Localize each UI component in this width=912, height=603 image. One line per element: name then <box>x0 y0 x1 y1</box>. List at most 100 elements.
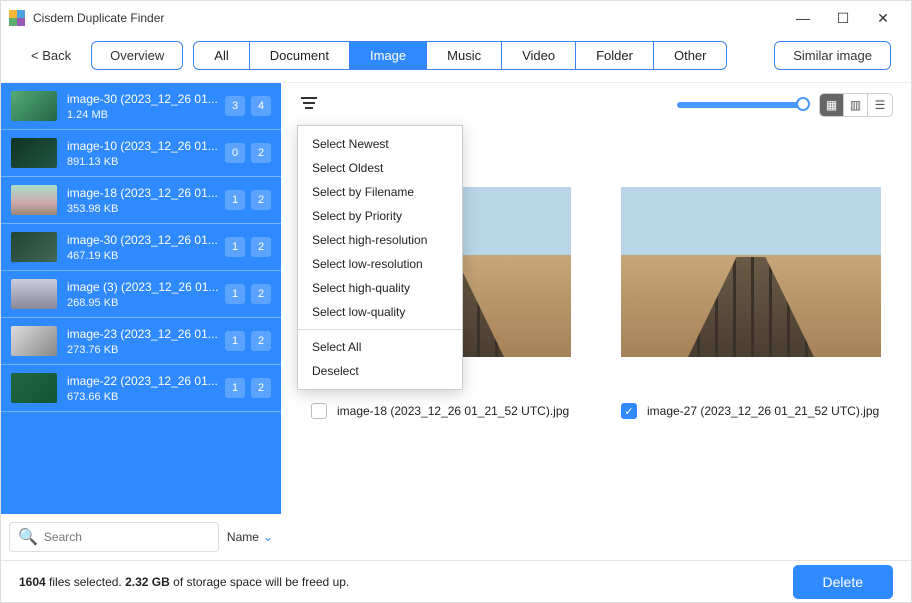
select-checkbox[interactable]: ✓ <box>621 403 637 419</box>
file-name: image-30 (2023_12_26 01... <box>67 92 225 106</box>
menu-item-select-by-filename[interactable]: Select by Filename <box>298 180 462 204</box>
thumbnail <box>11 138 57 168</box>
search-input[interactable] <box>44 530 210 544</box>
duplicate-group-row[interactable]: image-23 (2023_12_26 01... 273.76 KB 1 2 <box>1 318 281 365</box>
file-size: 673.66 KB <box>67 391 225 403</box>
segment-other[interactable]: Other <box>654 42 727 69</box>
segment-document[interactable]: Document <box>250 42 350 69</box>
file-size: 1.24 MB <box>67 109 225 121</box>
count-total: 2 <box>251 331 271 351</box>
count-total: 2 <box>251 237 271 257</box>
sidebar: image-30 (2023_12_26 01... 1.24 MB 3 4 i… <box>1 83 281 560</box>
count-selected: 1 <box>225 331 245 351</box>
select-checkbox[interactable] <box>311 403 327 419</box>
chevron-down-icon: ⌄ <box>263 530 273 544</box>
view-columns-button[interactable]: ▥ <box>844 94 868 116</box>
count-total: 2 <box>251 378 271 398</box>
duplicate-group-row[interactable]: image-18 (2023_12_26 01... 353.98 KB 1 2 <box>1 177 281 224</box>
segment-folder[interactable]: Folder <box>576 42 654 69</box>
overview-button[interactable]: Overview <box>91 41 183 70</box>
view-mode-buttons: ▦ ▥ ☰ <box>819 93 893 117</box>
app-title: Cisdem Duplicate Finder <box>33 11 164 25</box>
status-bar: 1604 files selected. 2.32 GB of storage … <box>1 560 911 602</box>
menu-item-select-newest[interactable]: Select Newest <box>298 132 462 156</box>
menu-item-select-high-quality[interactable]: Select high-quality <box>298 276 462 300</box>
selection-dropdown-menu: Select NewestSelect OldestSelect by File… <box>297 125 463 390</box>
category-segmented-control: AllDocumentImageMusicVideoFolderOther <box>193 41 727 70</box>
count-total: 4 <box>251 96 271 116</box>
count-selected: 1 <box>225 284 245 304</box>
count-total: 2 <box>251 190 271 210</box>
segment-music[interactable]: Music <box>427 42 502 69</box>
thumbnail <box>11 326 57 356</box>
thumbnail <box>11 279 57 309</box>
duplicate-group-row[interactable]: image-10 (2023_12_26 01... 891.13 KB 0 2 <box>1 130 281 177</box>
menu-item-deselect[interactable]: Deselect <box>298 359 462 383</box>
filter-menu-icon[interactable] <box>299 95 319 116</box>
window-minimize-button[interactable]: — <box>783 1 823 35</box>
app-icon <box>9 10 25 26</box>
sort-label: Name <box>227 530 259 544</box>
file-size: 268.95 KB <box>67 297 225 309</box>
file-size: 891.13 KB <box>67 156 225 168</box>
card-filename: image-27 (2023_12_26 01_21_52 UTC).jpg <box>647 404 879 418</box>
back-button[interactable]: < Back <box>21 42 81 69</box>
thumbnail <box>11 185 57 215</box>
menu-item-select-oldest[interactable]: Select Oldest <box>298 156 462 180</box>
duplicate-group-row[interactable]: image-22 (2023_12_26 01... 673.66 KB 1 2 <box>1 365 281 412</box>
file-size: 353.98 KB <box>67 203 225 215</box>
segment-video[interactable]: Video <box>502 42 576 69</box>
thumbnail-size-slider[interactable] <box>677 102 807 108</box>
status-size: 2.32 GB <box>125 575 170 589</box>
file-name: image-30 (2023_12_26 01... <box>67 233 225 247</box>
content-area: ▦ ▥ ☰ Select NewestSelect OldestSelect b… <box>281 83 911 560</box>
duplicate-group-list: image-30 (2023_12_26 01... 1.24 MB 3 4 i… <box>1 83 281 514</box>
menu-item-select-by-priority[interactable]: Select by Priority <box>298 204 462 228</box>
thumbnail <box>11 232 57 262</box>
file-name: image-23 (2023_12_26 01... <box>67 327 225 341</box>
toolbar: < Back Overview AllDocumentImageMusicVid… <box>1 35 911 82</box>
file-name: image-10 (2023_12_26 01... <box>67 139 225 153</box>
duplicate-group-row[interactable]: image-30 (2023_12_26 01... 1.24 MB 3 4 <box>1 83 281 130</box>
count-selected: 1 <box>225 190 245 210</box>
delete-button[interactable]: Delete <box>793 565 893 599</box>
thumbnail <box>11 373 57 403</box>
file-size: 467.19 KB <box>67 250 225 262</box>
menu-item-select-high-resolution[interactable]: Select high-resolution <box>298 228 462 252</box>
count-total: 2 <box>251 143 271 163</box>
view-grid-button[interactable]: ▦ <box>820 94 844 116</box>
titlebar: Cisdem Duplicate Finder — ☐ ✕ <box>1 1 911 35</box>
count-selected: 3 <box>225 96 245 116</box>
search-field[interactable]: 🔍 <box>9 522 219 552</box>
duplicate-group-row[interactable]: image-30 (2023_12_26 01... 467.19 KB 1 2 <box>1 224 281 271</box>
sidebar-footer: 🔍 Name ⌄ <box>1 514 281 560</box>
similar-image-button[interactable]: Similar image <box>774 41 891 70</box>
file-name: image (3) (2023_12_26 01... <box>67 280 225 294</box>
status-label-1: files selected. <box>49 575 122 589</box>
segment-all[interactable]: All <box>194 42 249 69</box>
menu-item-select-low-resolution[interactable]: Select low-resolution <box>298 252 462 276</box>
content-toolbar: ▦ ▥ ☰ <box>281 83 911 127</box>
thumbnail-card[interactable]: ✓ image-27 (2023_12_26 01_21_52 UTC).jpg <box>621 187 881 419</box>
sort-dropdown[interactable]: Name ⌄ <box>227 530 273 544</box>
status-label-2: of storage space will be freed up. <box>173 575 349 589</box>
thumbnail <box>11 91 57 121</box>
status-count: 1604 <box>19 575 46 589</box>
search-icon: 🔍 <box>18 527 38 547</box>
count-selected: 1 <box>225 378 245 398</box>
window-maximize-button[interactable]: ☐ <box>823 1 863 35</box>
file-size: 273.76 KB <box>67 344 225 356</box>
file-name: image-22 (2023_12_26 01... <box>67 374 225 388</box>
view-list-button[interactable]: ☰ <box>868 94 892 116</box>
segment-image[interactable]: Image <box>350 42 427 69</box>
preview-image <box>621 187 881 357</box>
count-total: 2 <box>251 284 271 304</box>
duplicate-group-row[interactable]: image (3) (2023_12_26 01... 268.95 KB 1 … <box>1 271 281 318</box>
file-name: image-18 (2023_12_26 01... <box>67 186 225 200</box>
menu-item-select-low-quality[interactable]: Select low-quality <box>298 300 462 324</box>
window-close-button[interactable]: ✕ <box>863 1 903 35</box>
card-filename: image-18 (2023_12_26 01_21_52 UTC).jpg <box>337 404 569 418</box>
menu-item-select-all[interactable]: Select All <box>298 335 462 359</box>
count-selected: 0 <box>225 143 245 163</box>
count-selected: 1 <box>225 237 245 257</box>
